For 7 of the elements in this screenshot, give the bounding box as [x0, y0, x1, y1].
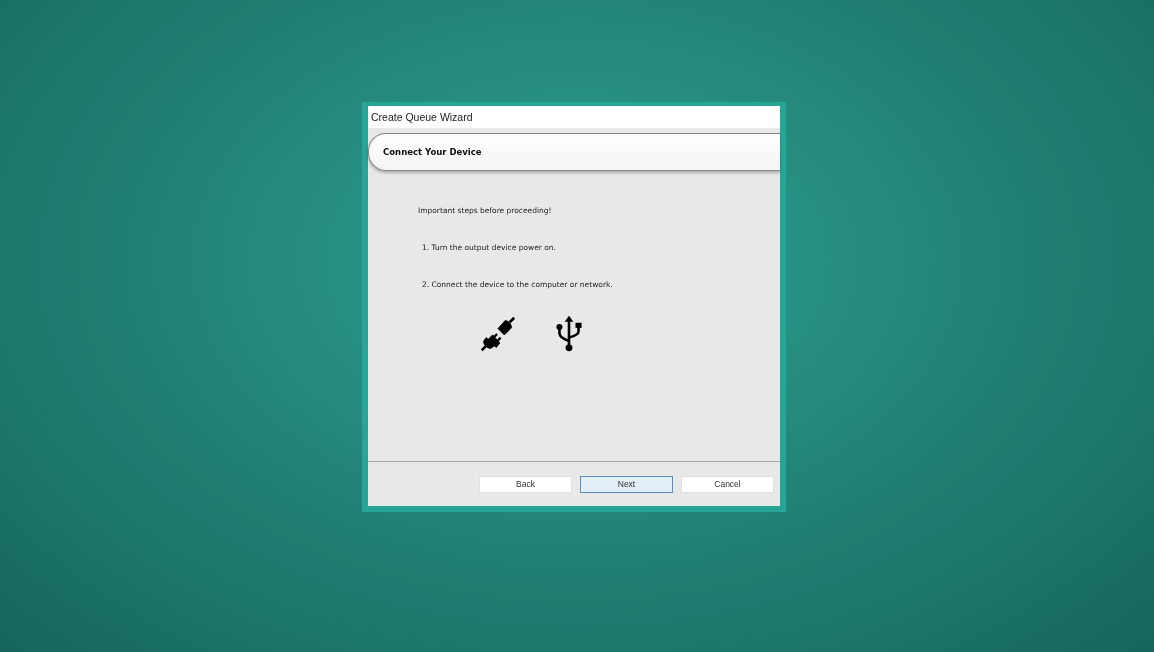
dialog-button[interactable]: Cancel — [681, 475, 774, 493]
page-heading: Connect Your Device — [383, 147, 482, 157]
window-title: Create Queue Wizard — [371, 111, 473, 123]
usb-icon — [556, 315, 582, 353]
dialog-button[interactable]: Next — [580, 475, 673, 493]
dialog-button[interactable]: Back — [479, 475, 572, 493]
plug-icon — [480, 316, 516, 352]
